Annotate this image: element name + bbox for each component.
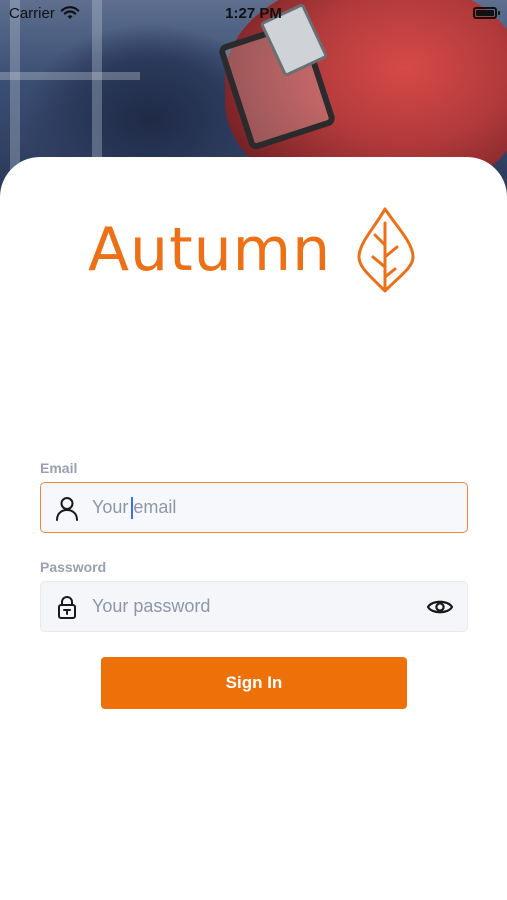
app-logo: Autumn bbox=[88, 205, 419, 295]
password-input[interactable] bbox=[92, 586, 426, 627]
eye-icon[interactable] bbox=[426, 597, 454, 617]
app-name: Autumn bbox=[88, 215, 332, 285]
text-caret bbox=[131, 497, 133, 519]
email-field[interactable] bbox=[40, 482, 468, 533]
background-rail bbox=[0, 72, 140, 80]
clock: 1:27 PM bbox=[225, 5, 282, 22]
user-icon bbox=[56, 496, 78, 521]
battery-icon bbox=[473, 7, 500, 19]
email-input[interactable] bbox=[92, 487, 467, 528]
password-field[interactable] bbox=[40, 581, 468, 632]
lock-icon bbox=[58, 595, 76, 619]
status-bar: Carrier 1:27 PM bbox=[0, 0, 507, 28]
sign-in-button[interactable]: Sign In bbox=[101, 657, 407, 709]
email-label: Email bbox=[40, 460, 78, 476]
password-label: Password bbox=[40, 559, 107, 575]
leaf-icon bbox=[357, 207, 415, 293]
